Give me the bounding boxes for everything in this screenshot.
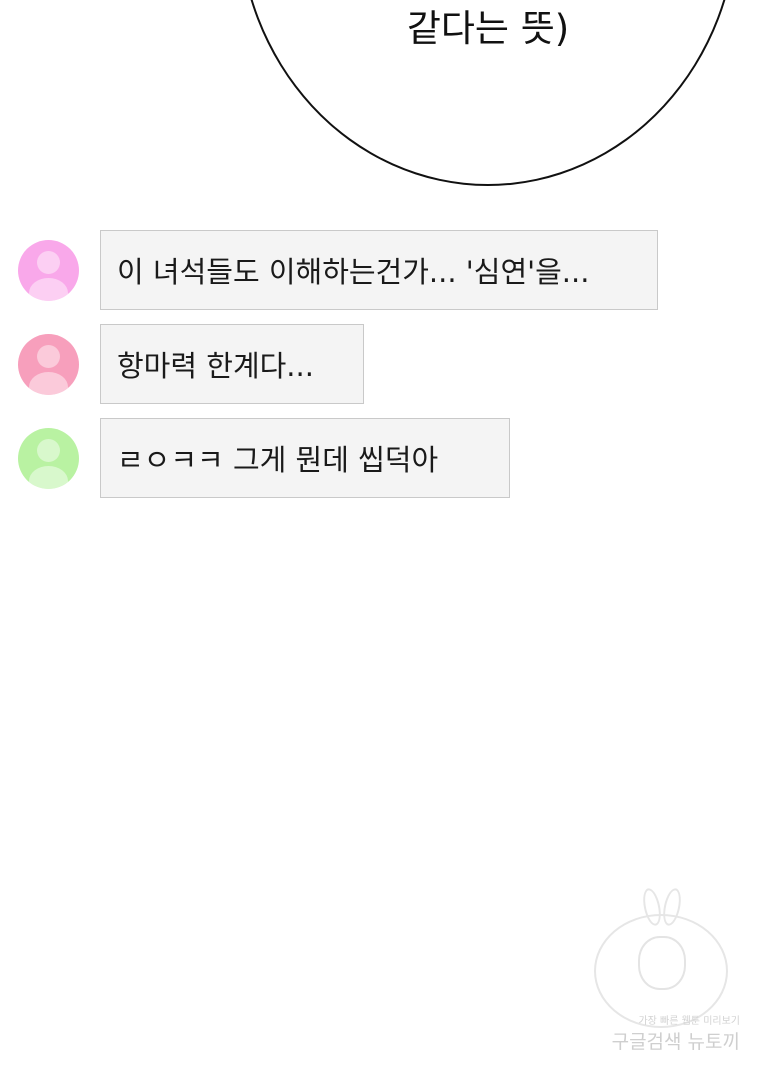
comment-box: 항마력 한계다... [100,324,364,404]
comment-text: 항마력 한계다... [117,349,314,383]
comment-text: ㄹㅇㅋㅋ 그게 뭔데 씹덕아 [117,443,439,477]
avatar-body-icon [29,466,68,489]
watermark: 가장 빠른 웹툰 미리보기 구글검색 뉴토끼 [580,886,740,1058]
speech-bubble-text: 같다는 뜻) [406,7,570,50]
avatar-body-icon [29,372,68,395]
watermark-subtitle: 가장 빠른 웹툰 미리보기 [638,1016,740,1027]
comment-box: ㄹㅇㅋㅋ 그게 뭔데 씹덕아 [100,418,510,498]
avatar [18,240,79,301]
avatar [18,428,79,489]
avatar-head-icon [37,251,60,274]
watermark-title: 구글검색 뉴토끼 [611,1031,740,1053]
avatar-head-icon [37,345,60,368]
avatar [18,334,79,395]
bunny-ears-icon [640,886,684,938]
avatar-head-icon [37,439,60,462]
watermark-mascot-icon [638,936,686,990]
comment-box: 이 녀석들도 이해하는건가... '심연'을... [100,230,658,310]
avatar-body-icon [29,278,68,301]
comment-text: 이 녀석들도 이해하는건가... '심연'을... [117,255,590,289]
